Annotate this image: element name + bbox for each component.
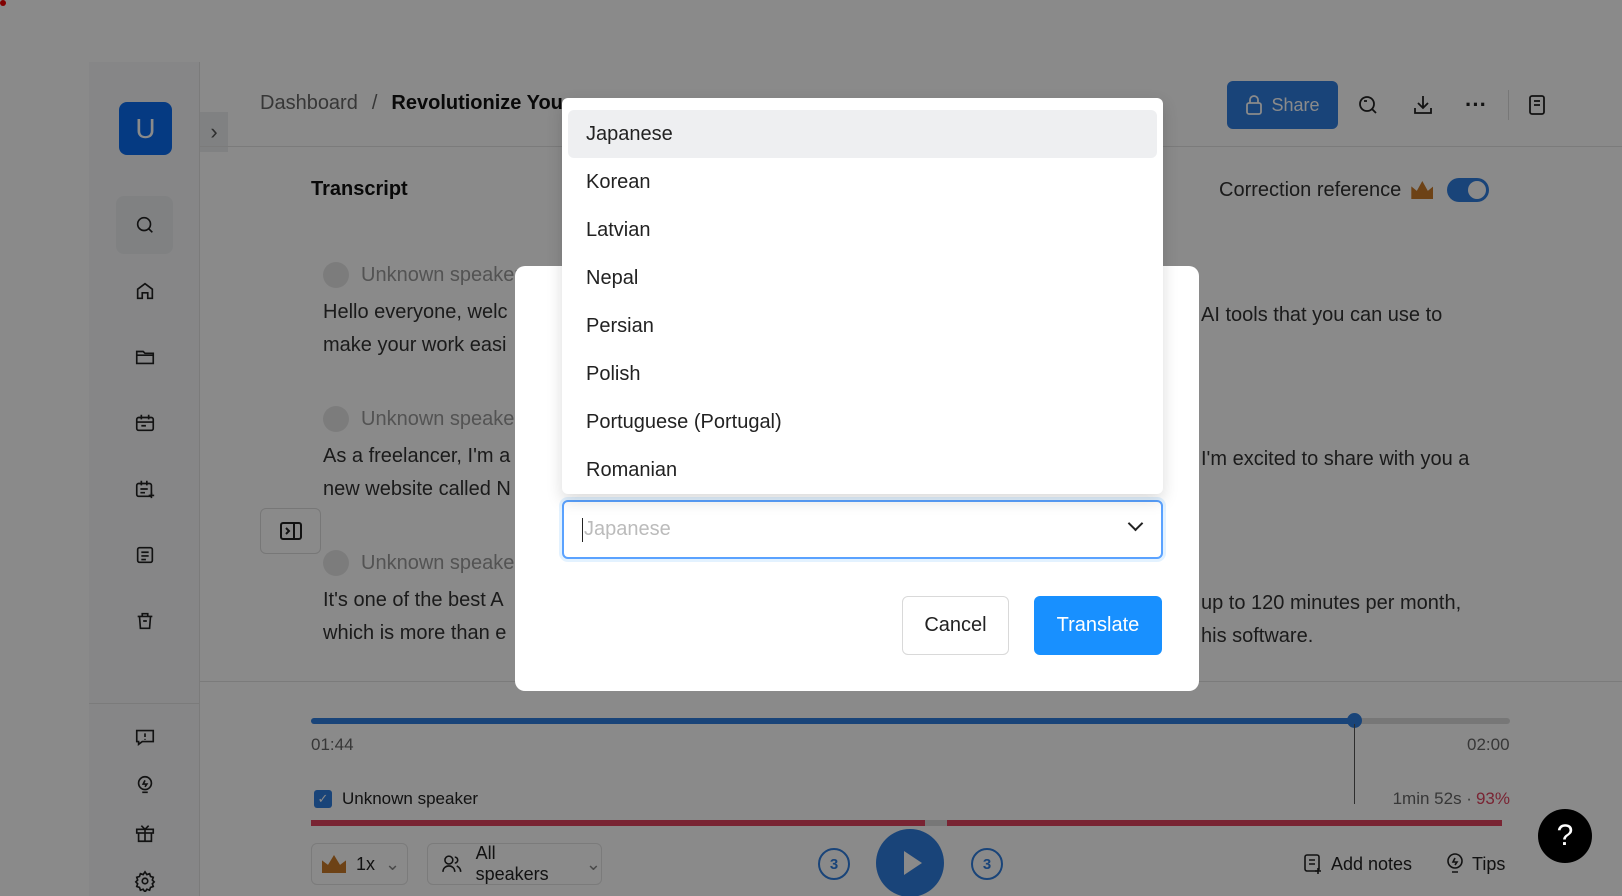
language-placeholder: Japanese xyxy=(584,518,671,540)
help-icon: ? xyxy=(1556,819,1574,852)
language-option[interactable]: Korean xyxy=(568,158,1157,206)
cancel-button[interactable]: Cancel xyxy=(902,596,1009,655)
help-button[interactable]: ? xyxy=(1538,809,1592,863)
language-option[interactable]: Portuguese (Portugal) xyxy=(568,398,1157,446)
text-cursor xyxy=(582,517,583,542)
language-dropdown[interactable]: Japanese Korean Latvian Nepal Persian Polish P… xyxy=(562,98,1163,494)
language-option[interactable]: Persian xyxy=(568,302,1157,350)
chevron-down-icon[interactable] xyxy=(1127,515,1144,532)
language-option[interactable]: Japanese xyxy=(568,110,1157,158)
language-option[interactable]: Nepal xyxy=(568,254,1157,302)
language-option[interactable]: Romanian xyxy=(568,446,1157,494)
language-select-input[interactable]: Japanese xyxy=(562,500,1163,559)
language-option[interactable]: Polish xyxy=(568,350,1157,398)
language-option[interactable]: Latvian xyxy=(568,206,1157,254)
translate-button[interactable]: Translate xyxy=(1034,596,1162,655)
